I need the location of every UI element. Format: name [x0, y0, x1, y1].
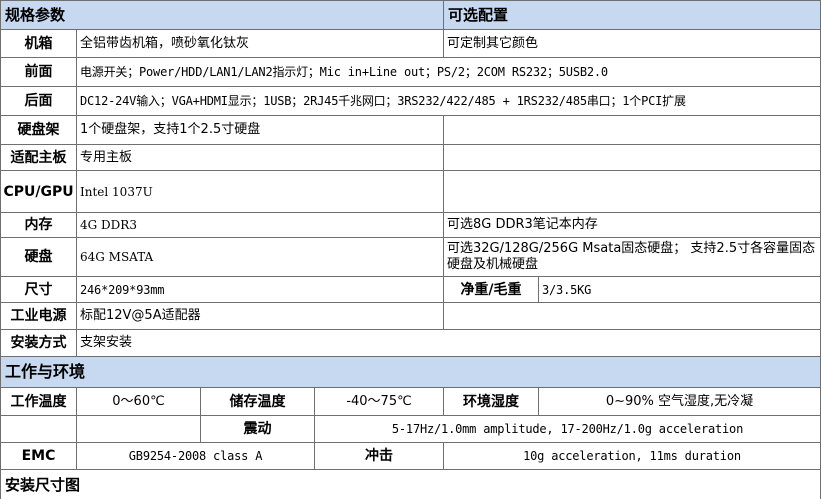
spec-value-memory: 4G DDR3 [76, 212, 444, 238]
env-value-vibration: 5-17Hz/1.0mm amplitude, 17-200Hz/1.0g ac… [314, 415, 821, 443]
env-value-work-temp: 0～60℃ [76, 387, 201, 416]
env-label-shock: 冲击 [314, 442, 444, 470]
spec-value-drive-bay: 1个硬盘架，支持1个2.5寸硬盘 [76, 115, 444, 145]
env-label-work-temp: 工作温度 [0, 387, 77, 416]
option-cpu-gpu [443, 170, 821, 213]
install-diagram-title: 安装尺寸图 [0, 469, 821, 499]
env-value-humidity: 0~90% 空气湿度,无冷凝 [538, 387, 821, 416]
env-blank-cell [76, 415, 201, 443]
spec-label-power: 工业电源 [0, 302, 77, 330]
option-storage: 可选32G/128G/256G Msata固态硬盘； 支持2.5寸各容量固态硬盘… [443, 237, 821, 277]
spec-value-rear: DC12-24V输入；VGA+HDMI显示；1USB；2RJ45千兆网口；3RS… [76, 86, 821, 116]
env-value-shock: 10g acceleration, 11ms duration [443, 442, 821, 470]
spec-value-dimensions: 246*209*93mm [76, 276, 444, 303]
env-label-vibration: 震动 [200, 415, 315, 443]
spec-value-front: 电源开关；Power/HDD/LAN1/LAN2指示灯；Mic in+Line … [76, 57, 821, 87]
env-value-storage-temp: -40～75℃ [314, 387, 444, 416]
spec-value-cpu-gpu: Intel 1037U [76, 170, 444, 213]
spec-label-chassis: 机箱 [0, 29, 77, 58]
spec-label-cpu-gpu: CPU/GPU [0, 170, 77, 213]
env-label-storage-temp: 储存温度 [200, 387, 315, 416]
spec-value-chassis: 全铝带齿机箱，喷砂氧化钛灰 [76, 29, 444, 58]
spec-value-mounting: 支架安装 [76, 329, 821, 357]
env-label-emc: EMC [0, 442, 77, 470]
spec-value-mainboard: 专用主板 [76, 144, 444, 171]
spec-label-mainboard: 适配主板 [0, 144, 77, 171]
option-drive-bay [443, 115, 821, 145]
spec-label-drive-bay: 硬盘架 [0, 115, 77, 145]
spec-label-weight: 净重/毛重 [443, 276, 539, 303]
env-blank-cell [0, 415, 77, 443]
spec-label-rear: 后面 [0, 86, 77, 116]
spec-section-header: 规格参数 [0, 0, 444, 30]
spec-label-mounting: 安装方式 [0, 329, 77, 357]
spec-value-weight: 3/3.5KG [538, 276, 821, 303]
spec-label-front: 前面 [0, 57, 77, 87]
env-value-emc: GB9254-2008 class A [76, 442, 315, 470]
options-section-header: 可选配置 [443, 0, 821, 30]
spec-sheet: 规格参数 可选配置 机箱 全铝带齿机箱，喷砂氧化钛灰 可定制其它颜色 前面 电源… [0, 0, 821, 499]
option-mainboard [443, 144, 821, 171]
option-chassis: 可定制其它颜色 [443, 29, 821, 58]
option-power [443, 302, 821, 330]
spec-value-storage: 64G MSATA [76, 237, 444, 277]
option-memory: 可选8G DDR3笔记本内存 [443, 212, 821, 238]
spec-label-dimensions: 尺寸 [0, 276, 77, 303]
environment-section-header: 工作与环境 [0, 356, 821, 388]
spec-label-storage: 硬盘 [0, 237, 77, 277]
env-label-humidity: 环境湿度 [443, 387, 539, 416]
spec-label-memory: 内存 [0, 212, 77, 238]
spec-value-power: 标配12V@5A适配器 [76, 302, 444, 330]
